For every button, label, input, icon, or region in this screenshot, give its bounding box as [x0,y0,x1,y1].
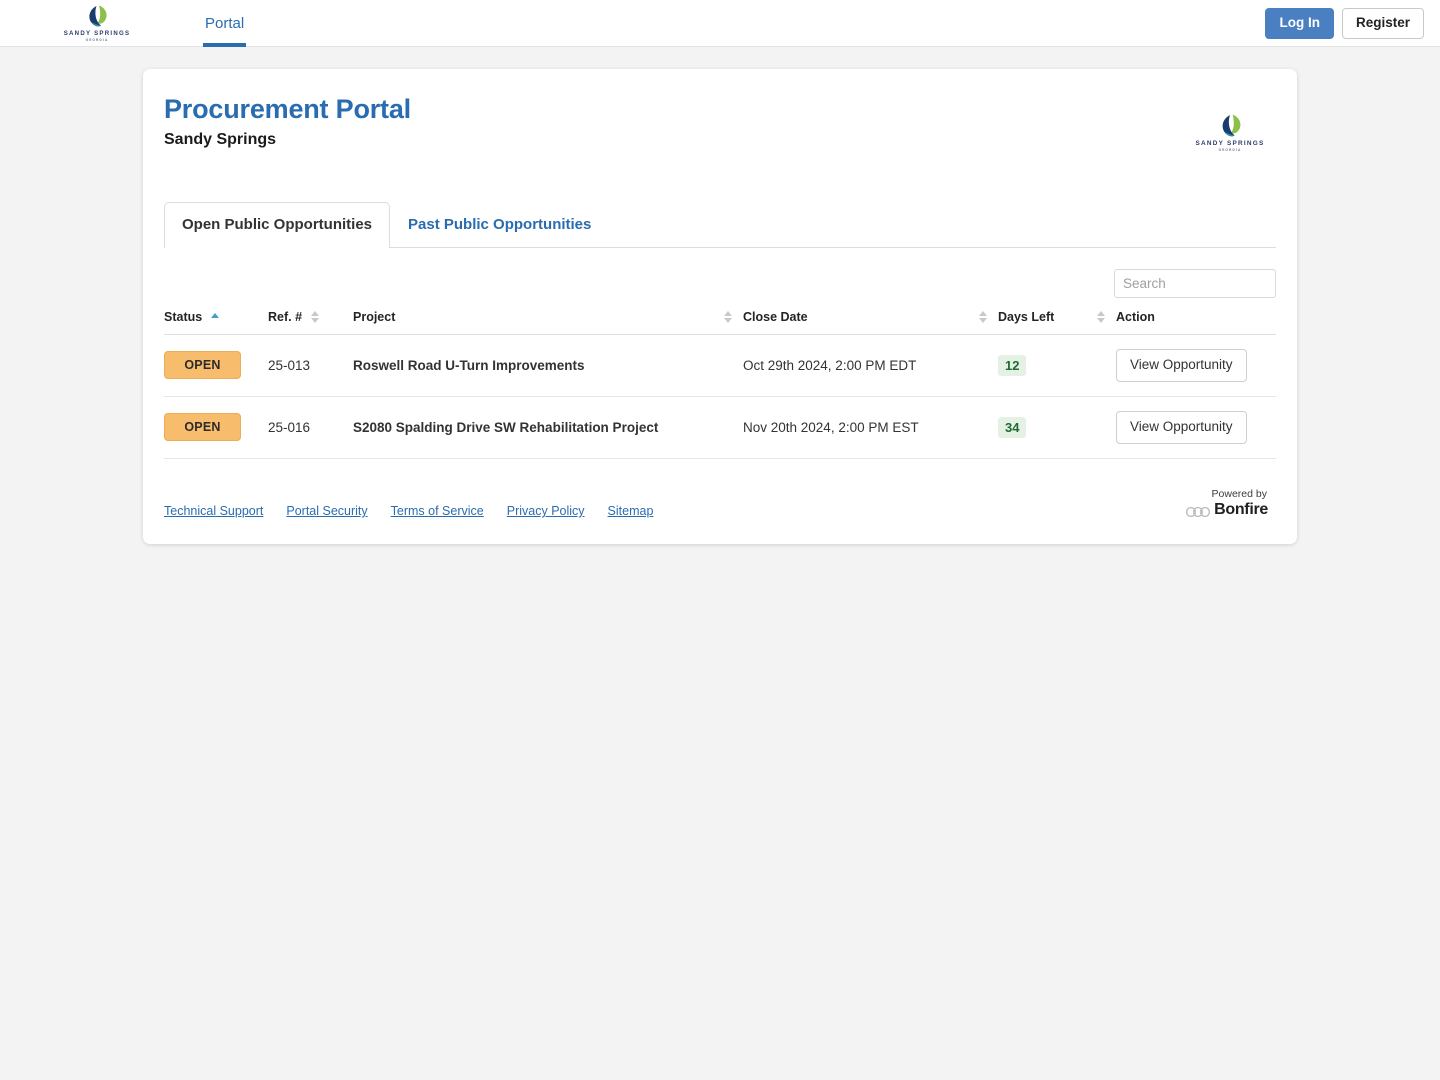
search-row [164,248,1276,298]
footer-links: Technical Support Portal Security Terms … [164,504,653,518]
status-badge: OPEN [164,351,241,380]
footer-link-privacy-policy[interactable]: Privacy Policy [507,504,585,518]
tab-open-public-opportunities[interactable]: Open Public Opportunities [164,202,391,248]
opportunities-table: Status Ref. # Project Close Date Days Le… [164,309,1276,459]
tab-past-label: Past Public Opportunities [408,216,592,233]
page-subtitle: Sandy Springs [164,130,277,148]
bonfire-wordmark: Bonfire [1214,501,1268,519]
cell-days-left: 34 [998,396,1116,459]
cell-action: View Opportunity [1116,396,1276,459]
header-label-close-date: Close Date [743,309,808,324]
page-title: Procurement Portal [164,94,411,124]
days-left-badge: 12 [998,354,1027,376]
sandy-springs-leaf-icon [1222,114,1240,136]
cell-status: OPEN [164,334,268,397]
sort-icon-close-date[interactable] [979,310,988,323]
card-logo-wordmark: SANDY SPRINGS [1195,139,1265,147]
footer-link-terms-of-service[interactable]: Terms of Service [391,504,484,518]
search-input[interactable] [1114,268,1276,298]
nav-item-portal-label: Portal [205,15,245,32]
sort-icon-project[interactable] [724,310,733,323]
cell-ref: 25-016 [268,396,353,459]
view-opportunity-button[interactable]: View Opportunity [1116,348,1247,382]
table-row: OPEN 25-016 S2080 Spalding Drive SW Reha… [164,396,1276,459]
header-label-project: Project [353,309,396,324]
header-label-action: Action [1116,309,1155,324]
card-header: Procurement Portal Sandy Springs SANDY S… [164,69,1276,155]
status-badge: OPEN [164,413,241,442]
binoculars-icon [1186,506,1211,517]
powered-by-bonfire: Powered by Bonfire [1186,488,1268,519]
column-header-action: Action [1097,309,1276,335]
sort-icon-status[interactable] [211,313,220,320]
opportunity-tabs: Open Public Opportunities Past Public Op… [164,202,1276,248]
header-label-ref: Ref. # [268,309,303,324]
register-button[interactable]: Register [1341,8,1424,39]
cell-close-date: Nov 20th 2024, 2:00 PM EST [743,396,998,459]
cell-status: OPEN [164,396,268,459]
cell-ref: 25-013 [268,334,353,397]
brand-wordmark: SANDY SPRINGS [63,30,131,37]
table-header-row: Status Ref. # Project Close Date Days Le… [164,309,1276,335]
column-header-close-date[interactable]: Close Date [724,309,998,335]
cell-action: View Opportunity [1116,334,1276,397]
view-opportunity-button[interactable]: View Opportunity [1116,410,1247,444]
tab-open-label: Open Public Opportunities [182,216,373,233]
cell-project: S2080 Spalding Drive SW Rehabilitation P… [353,396,743,459]
powered-by-label: Powered by [1211,487,1267,500]
footer-link-technical-support[interactable]: Technical Support [164,504,263,518]
table-head: Status Ref. # Project Close Date Days Le… [164,309,1276,335]
column-header-status[interactable]: Status [164,309,268,335]
cell-days-left: 12 [998,334,1116,397]
card-logo-submark: GEORGIA [1218,147,1242,152]
footer-link-sitemap[interactable]: Sitemap [608,504,654,518]
primary-nav: Portal [203,0,247,47]
sandy-springs-leaf-icon [89,5,107,27]
sort-icon-days-left[interactable] [1097,310,1106,323]
column-header-project[interactable]: Project [353,309,743,335]
footer-link-portal-security[interactable]: Portal Security [286,504,367,518]
page-heading-group: Procurement Portal Sandy Springs [164,93,411,150]
header-label-status: Status [164,309,203,324]
table-row: OPEN 25-013 Roswell Road U-Turn Improvem… [164,334,1276,397]
portal-card: Procurement Portal Sandy Springs SANDY S… [143,69,1297,545]
cell-close-date: Oct 29th 2024, 2:00 PM EDT [743,334,998,397]
card-footer: Technical Support Portal Security Terms … [164,459,1276,545]
cell-project: Roswell Road U-Turn Improvements [353,334,743,397]
tab-past-public-opportunities[interactable]: Past Public Opportunities [390,202,609,248]
nav-item-portal[interactable]: Portal [203,0,247,47]
log-in-button[interactable]: Log In [1265,8,1334,39]
header-label-days-left: Days Left [998,309,1055,324]
card-organization-logo: SANDY SPRINGS GEORGIA [1189,109,1271,155]
days-left-badge: 34 [998,416,1027,438]
sandy-springs-brand-logo[interactable]: SANDY SPRINGS GEORGIA [57,1,137,45]
brand-submark: GEORGIA [85,38,109,42]
top-navbar: SANDY SPRINGS GEORGIA Portal Log In Regi… [0,0,1440,47]
sort-icon-ref[interactable] [311,310,320,323]
column-header-ref[interactable]: Ref. # [268,309,353,335]
table-body: OPEN 25-013 Roswell Road U-Turn Improvem… [164,334,1276,459]
nav-actions: Log In Register [1265,0,1424,47]
